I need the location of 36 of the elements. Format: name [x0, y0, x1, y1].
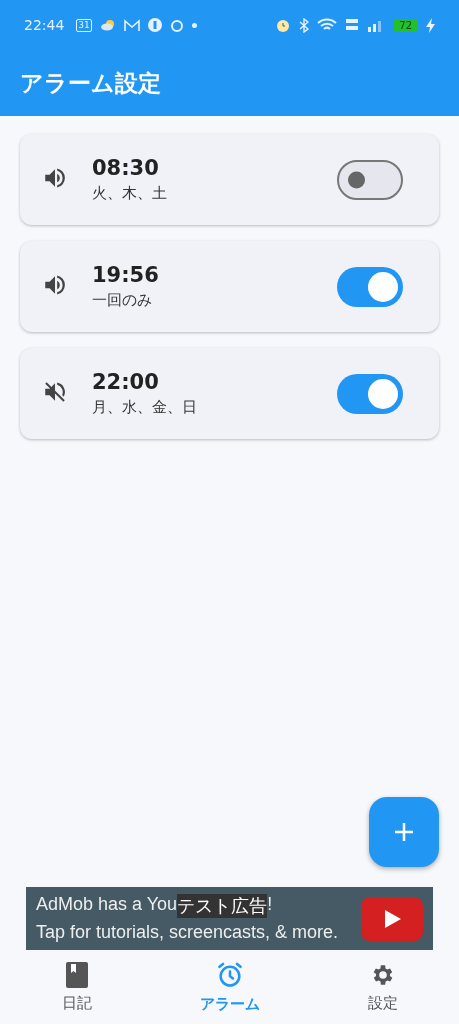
toggle-switch[interactable] [337, 266, 403, 307]
alarm-days: 月、水、金、日 [92, 398, 337, 417]
battery-icon: 72 [393, 18, 418, 32]
book-icon [65, 961, 88, 988]
ad-text: ! [267, 894, 273, 914]
bluetooth-icon [299, 17, 310, 33]
charging-icon [426, 17, 435, 33]
add-button[interactable] [369, 797, 439, 867]
dot-icon [191, 22, 197, 28]
ad-banner[interactable]: AdMob has a Youテスト広告! Tap for tutorials, screencasts, & more. [26, 887, 433, 950]
ad-text: AdMob has a You [36, 894, 178, 916]
play-icon [361, 896, 423, 941]
alarm-icon [275, 17, 292, 33]
alarm-days: 一回のみ [92, 291, 337, 310]
ad-text: Tap for tutorials, screencasts, & more. [36, 922, 340, 943]
alarm-card[interactable]: 22:00 月、水、金、日 [20, 348, 439, 439]
notification-icon [147, 18, 162, 32]
alarm-time: 08:30 [92, 156, 160, 180]
alarm-days: 火、木、土 [92, 184, 337, 203]
status-time: 22:44 [24, 17, 65, 33]
toggle-switch[interactable] [337, 159, 403, 200]
toggle-switch[interactable] [337, 373, 403, 414]
page-title: アラーム設定 [20, 68, 161, 98]
alarm-card[interactable]: 19:56 一回のみ [20, 241, 439, 332]
alarm-clock-icon [215, 960, 244, 989]
weather-icon [99, 19, 116, 31]
nav-tab[interactable]: 設定 [306, 950, 459, 1024]
test-ad-label: テスト広告 [177, 894, 268, 918]
mail-icon [123, 18, 140, 32]
wifi-icon [317, 17, 338, 33]
calendar-icon: 31 [76, 18, 92, 32]
alarm-time: 22:00 [92, 370, 160, 394]
alarm-card[interactable]: 08:30 火、木、土 [20, 134, 439, 225]
plus-icon [394, 822, 414, 842]
nav-tab[interactable]: 日記 [0, 950, 153, 1024]
alarm-time: 19:56 [92, 263, 160, 287]
